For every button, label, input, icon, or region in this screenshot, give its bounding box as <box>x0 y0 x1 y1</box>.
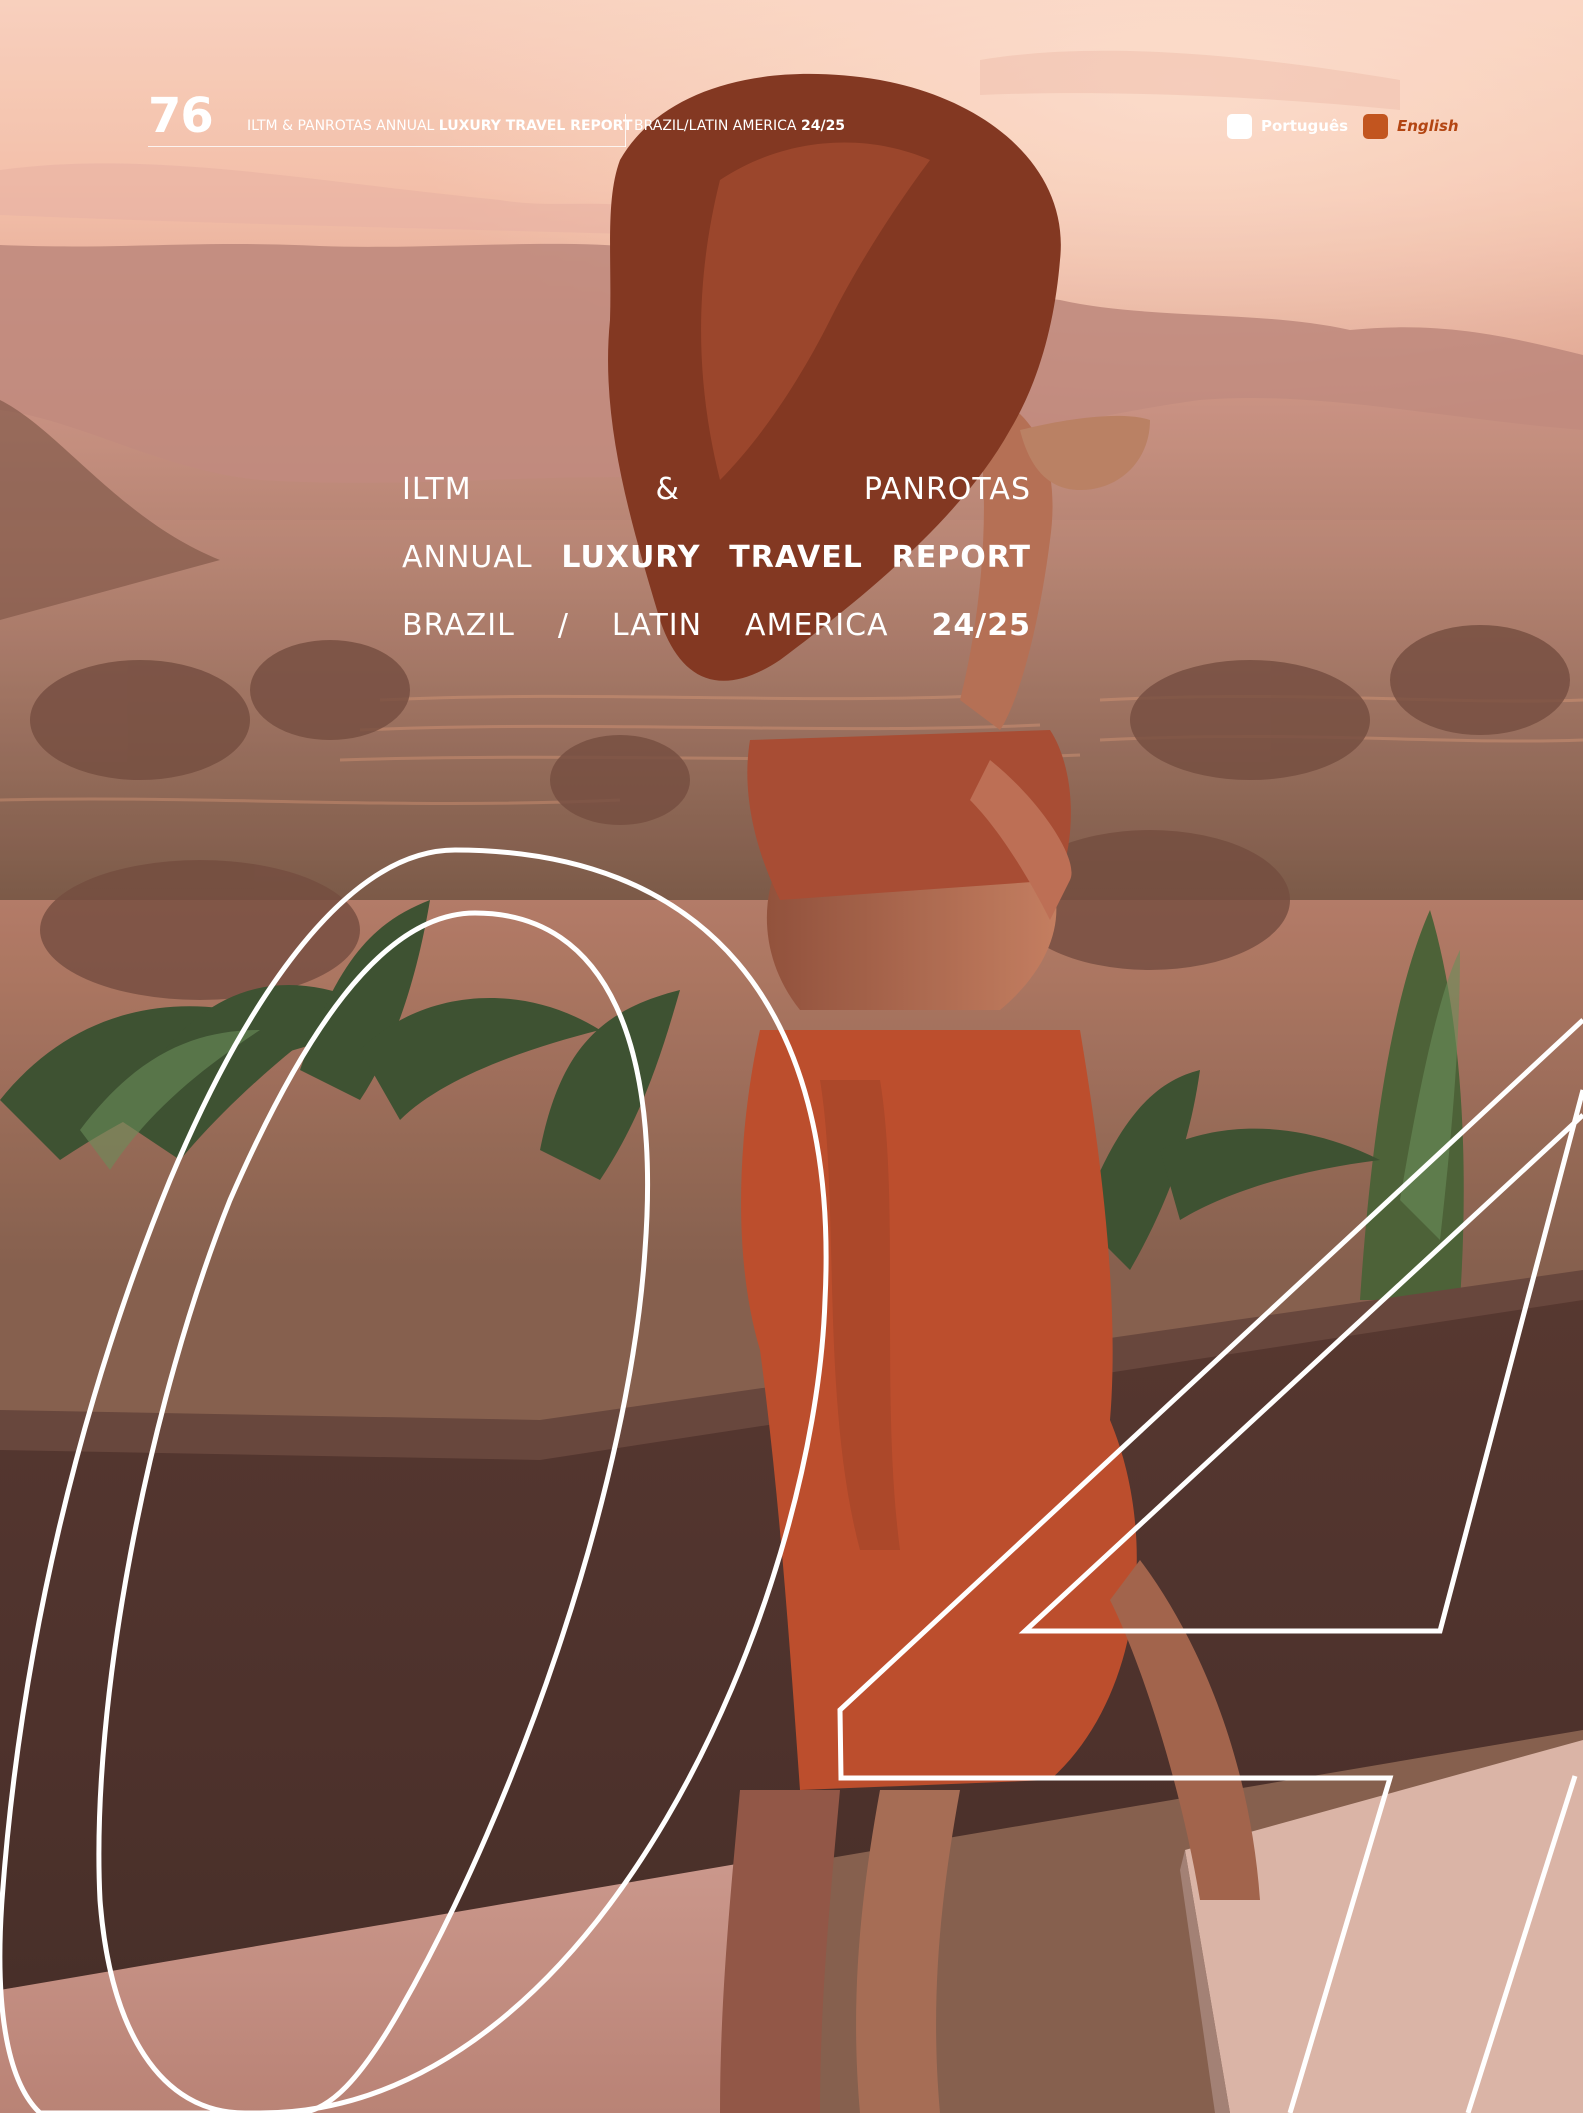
report-title-block: ILTM & PANROTAS ANNUAL LUXURY TRAVEL REP… <box>402 470 1031 674</box>
language-option-portuguese[interactable]: Português <box>1227 113 1348 139</box>
language-label-english: English <box>1397 117 1459 135</box>
title-word-slash: / <box>557 608 569 643</box>
title-word-year: 24/25 <box>931 608 1031 643</box>
running-region: BRAZIL/LATIN AMERICA 24/25 <box>634 117 845 135</box>
title-word-panrotas: PANROTAS <box>863 472 1031 507</box>
title-word-travel: TRAVEL <box>729 540 863 575</box>
title-word-annual: ANNUAL <box>402 540 533 575</box>
title-word-latin: LATIN <box>611 608 703 643</box>
title-word-report: REPORT <box>891 540 1031 575</box>
header-divider <box>625 114 626 147</box>
title-line-1: ILTM & PANROTAS <box>402 470 1031 538</box>
running-title-light: ILTM & PANROTAS ANNUAL <box>247 118 439 134</box>
language-option-english[interactable]: English <box>1363 113 1459 139</box>
running-title: ILTM & PANROTAS ANNUAL LUXURY TRAVEL REP… <box>247 117 632 135</box>
running-title-bold: LUXURY TRAVEL REPORT <box>438 118 633 134</box>
chapter-numeral-04-outline <box>0 847 1583 2113</box>
header-rule <box>148 146 626 147</box>
numeral-zero-outer <box>0 847 829 2113</box>
language-swatch-portuguese <box>1227 113 1252 139</box>
title-word-iltm: ILTM <box>402 472 472 507</box>
title-word-luxury: LUXURY <box>561 540 701 575</box>
title-word-brazil: BRAZIL <box>402 608 515 643</box>
page-number: 76 <box>148 88 214 144</box>
numeral-four-stem <box>1465 1775 1578 2113</box>
numeral-zero-inner <box>96 910 650 2113</box>
language-swatch-english <box>1363 113 1388 139</box>
language-label-portuguese: Português <box>1261 117 1349 135</box>
numeral-four-outer <box>837 1018 1583 2113</box>
title-word-ampersand: & <box>655 472 680 507</box>
running-region-bold: 24/25 <box>800 118 846 134</box>
title-line-3: BRAZIL / LATIN AMERICA 24/25 <box>402 606 1031 674</box>
running-region-light: BRAZIL/LATIN AMERICA <box>634 118 801 134</box>
title-word-america: AMERICA <box>745 608 889 643</box>
title-line-2: ANNUAL LUXURY TRAVEL REPORT <box>402 538 1031 606</box>
numeral-four-inner <box>1018 1089 1583 1634</box>
